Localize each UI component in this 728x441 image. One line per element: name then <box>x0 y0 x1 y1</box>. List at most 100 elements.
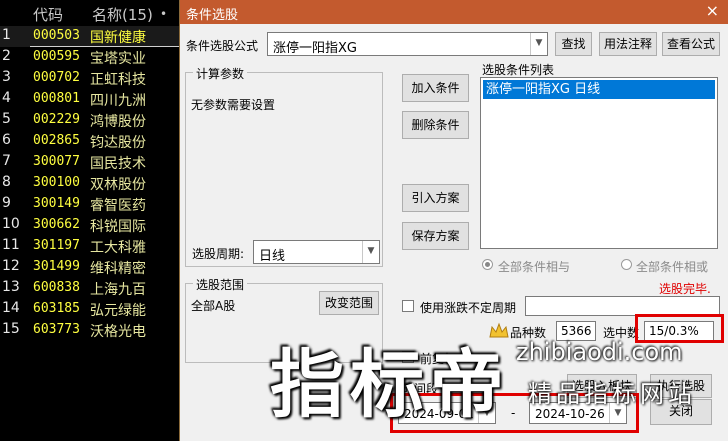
and-radio-label: 全部条件相与 <box>498 260 571 274</box>
stock-name: 弘元绿能 <box>90 303 146 319</box>
stock-code: 603185 <box>33 301 80 316</box>
list-item[interactable]: 涨停一阳指XG 日线 <box>483 80 715 99</box>
stock-name: 沃格光电 <box>90 324 146 340</box>
stock-code: 300662 <box>33 217 80 232</box>
row-index: 10 <box>2 216 20 232</box>
period-select[interactable]: 日线 ▼ <box>253 240 380 264</box>
add-condition-button[interactable]: 加入条件 <box>402 74 469 102</box>
column-header-code[interactable]: 代码 <box>33 4 63 25</box>
change-range-button[interactable]: 改变范围 <box>319 291 379 315</box>
usage-notes-button[interactable]: 用法注释 <box>599 32 657 56</box>
row-index: 11 <box>2 237 20 253</box>
watermark-url: zhibiaodi.com <box>516 338 683 366</box>
table-row[interactable]: 5 002229 鸿博股份 <box>0 110 180 131</box>
row-index: 9 <box>2 195 11 211</box>
row-index: 3 <box>2 69 11 85</box>
stock-code: 000702 <box>33 70 80 85</box>
table-row[interactable]: 13 600838 上海九百 <box>0 278 180 299</box>
row-index: 1 <box>2 27 11 43</box>
watermark-logo: 指标帝 <box>270 342 510 428</box>
or-radio-label: 全部条件相或 <box>636 260 709 274</box>
indeterminate-period-field[interactable] <box>525 296 720 316</box>
table-row[interactable]: 6 002865 钧达股份 <box>0 131 180 152</box>
delete-condition-button[interactable]: 删除条件 <box>402 111 469 139</box>
cond-list-legend: 选股条件列表 <box>482 63 555 77</box>
stock-name: 科锐国际 <box>90 219 146 235</box>
stock-name: 钧达股份 <box>90 135 146 151</box>
watermark-subtitle: 精品指标网站 <box>528 380 696 408</box>
stock-count-value: 5366 <box>561 324 592 338</box>
close-icon[interactable]: × <box>706 1 719 20</box>
stock-code: 301197 <box>33 238 80 253</box>
table-row[interactable]: 15 603773 沃格光电 <box>0 320 180 341</box>
stock-name: 国新健康 <box>90 30 146 46</box>
stock-code: 000595 <box>33 49 80 64</box>
stock-name: 四川九洲 <box>90 93 146 109</box>
stock-name: 国民技术 <box>90 156 146 172</box>
stock-name: 宝塔实业 <box>90 51 146 67</box>
row-index: 14 <box>2 300 20 316</box>
stock-name: 正虹科技 <box>90 72 146 88</box>
chevron-down-icon[interactable]: ▼ <box>362 241 379 263</box>
or-radio[interactable] <box>621 259 632 270</box>
and-radio[interactable] <box>482 259 493 270</box>
row-index: 8 <box>2 174 11 190</box>
stock-name: 维科精密 <box>90 261 146 277</box>
stock-code: 002229 <box>33 112 80 127</box>
row-index: 2 <box>2 48 11 64</box>
table-row[interactable]: 14 603185 弘元绿能 <box>0 299 180 320</box>
stock-code: 301499 <box>33 259 80 274</box>
dialog-title: 条件选股 <box>186 8 239 23</box>
row-index: 6 <box>2 132 11 148</box>
save-plan-button[interactable]: 保存方案 <box>402 222 469 250</box>
formula-select-value: 涨停一阳指XG <box>273 41 357 56</box>
status-text: 选股完毕. <box>659 282 711 296</box>
indeterminate-period-label: 使用涨跌不定周期 <box>420 301 517 315</box>
stock-code: 000801 <box>33 91 80 106</box>
find-button[interactable]: 查找 <box>555 32 592 56</box>
table-row[interactable]: 7 300077 国民技术 <box>0 152 180 173</box>
condition-list[interactable]: 涨停一阳指XG 日线 <box>480 77 718 249</box>
formula-label: 条件选股公式 <box>186 39 259 53</box>
stock-name: 鸿博股份 <box>90 114 146 130</box>
range-value: 全部A股 <box>191 299 236 313</box>
table-row[interactable]: 12 301499 维科精密 <box>0 257 180 278</box>
calc-params-legend: 计算参数 <box>193 65 248 82</box>
row-index: 12 <box>2 258 20 274</box>
stock-name: 工大科雅 <box>90 240 146 256</box>
row-index: 4 <box>2 90 11 106</box>
range-legend: 选股范围 <box>193 276 248 293</box>
indeterminate-period-checkbox[interactable] <box>402 300 414 312</box>
column-header-name[interactable]: 名称(15) <box>92 4 153 25</box>
stock-code: 300077 <box>33 154 80 169</box>
stock-name: 睿智医药 <box>90 198 146 214</box>
chevron-down-icon[interactable]: ▼ <box>530 33 547 55</box>
row-index: 5 <box>2 111 11 127</box>
stock-code: 300100 <box>33 175 80 190</box>
table-row[interactable]: 8 300100 双林股份 <box>0 173 180 194</box>
row-index: 7 <box>2 153 11 169</box>
dialog-titlebar[interactable]: 条件选股 × <box>180 0 728 24</box>
stock-name: 双林股份 <box>90 177 146 193</box>
table-row[interactable]: 10 300662 科锐国际 <box>0 215 180 236</box>
stock-list-panel: 代码 名称(15) • 1 000503 国新健康 2 000595 宝塔实业 3 00070… <box>0 0 180 441</box>
view-formula-button[interactable]: 查看公式 <box>662 32 720 56</box>
stock-code: 600838 <box>33 280 80 295</box>
stock-code: 000503 <box>33 28 80 43</box>
table-row[interactable]: 11 301197 工大科雅 <box>0 236 180 257</box>
stock-code: 002865 <box>33 133 80 148</box>
stock-name: 上海九百 <box>90 282 146 298</box>
table-row[interactable]: 1 000503 国新健康 <box>0 26 180 47</box>
row-index: 13 <box>2 279 20 295</box>
stock-list-header: 代码 名称(15) • <box>0 0 180 26</box>
table-row[interactable]: 3 000702 正虹科技 <box>0 68 180 89</box>
table-row[interactable]: 4 000801 四川九洲 <box>0 89 180 110</box>
row-index: 15 <box>2 321 20 337</box>
table-row[interactable]: 2 000595 宝塔实业 <box>0 47 180 68</box>
no-params-message: 无参数需要设置 <box>191 98 276 112</box>
table-row[interactable]: 9 300149 睿智医药 <box>0 194 180 215</box>
header-dot-icon: • <box>160 7 168 21</box>
formula-select[interactable]: 涨停一阳指XG ▼ <box>267 32 548 56</box>
period-label: 选股周期: <box>192 247 245 261</box>
import-plan-button[interactable]: 引入方案 <box>402 184 469 212</box>
